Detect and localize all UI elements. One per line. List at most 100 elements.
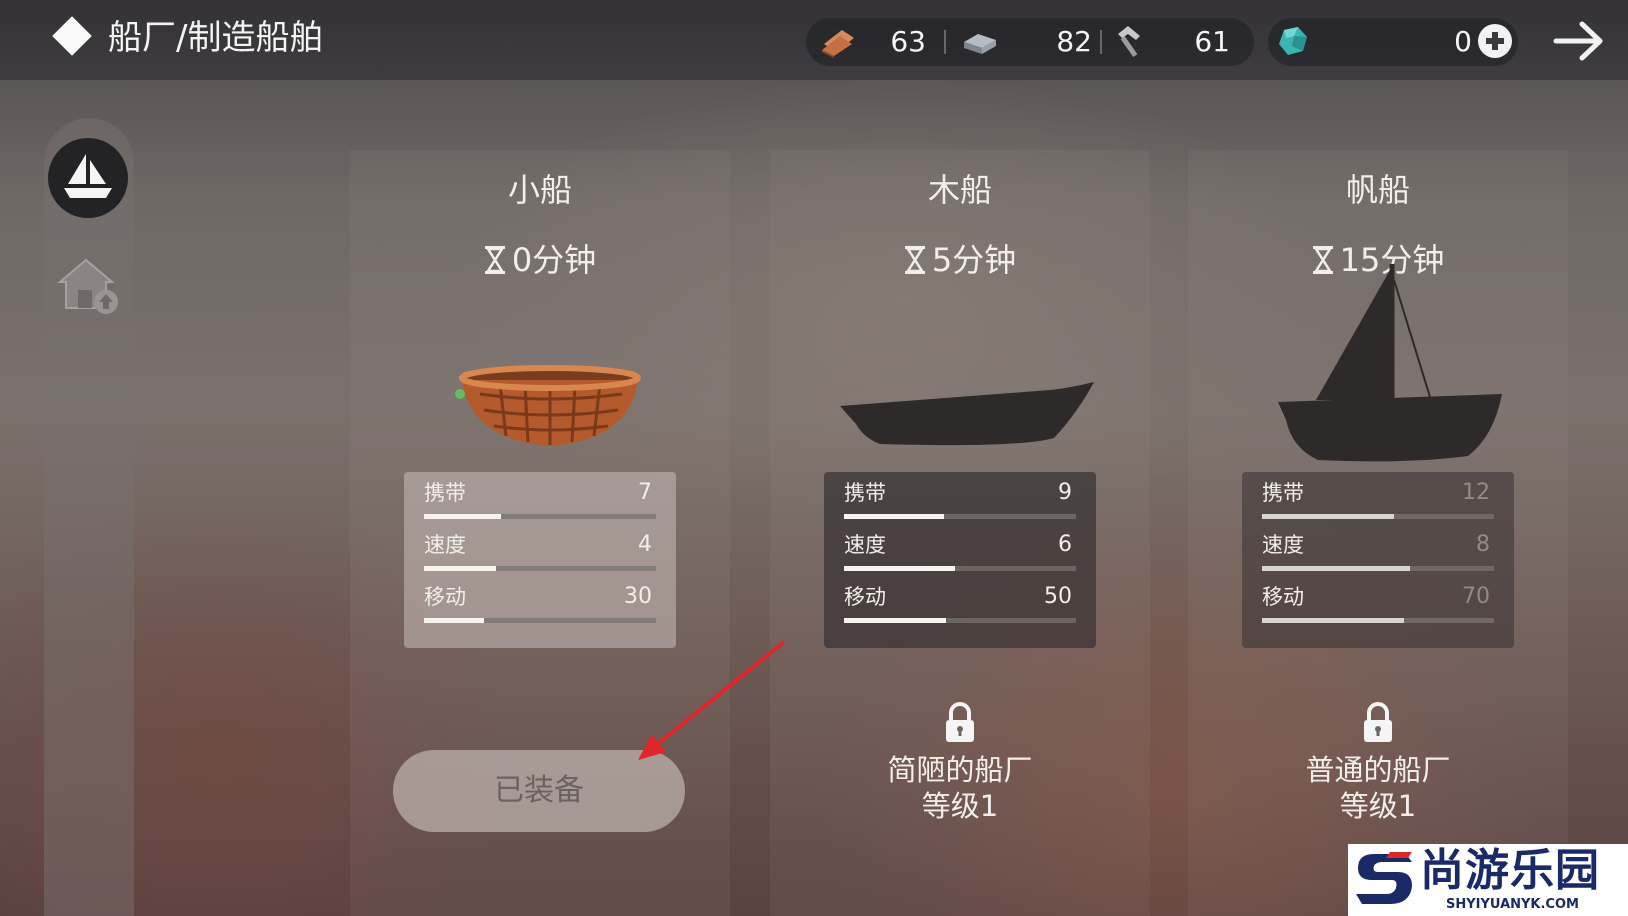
hammer-icon — [1118, 26, 1140, 57]
stat-label: 携带 — [424, 481, 466, 505]
watermark-site: SHYIYUANYK.COM — [1446, 897, 1579, 912]
gem-value: 0 — [1454, 25, 1472, 58]
stat-bar — [844, 618, 1076, 623]
stat-movement: 移动 50 — [844, 578, 1076, 630]
resource-wood-value: 63 — [890, 25, 926, 58]
stat-bar-fill — [424, 618, 485, 623]
boat-name: 帆船 — [1345, 171, 1410, 209]
stat-bar-fill — [1262, 566, 1411, 571]
basket-boat-image — [455, 365, 641, 446]
stat-speed: 速度 8 — [1262, 526, 1494, 578]
watermark-name: 尚游乐园 — [1420, 845, 1600, 896]
stat-capacity: 携带 9 — [844, 474, 1076, 526]
stat-label: 携带 — [1262, 481, 1304, 505]
stat-bar-fill — [424, 514, 501, 519]
watermark-logo — [1356, 852, 1412, 904]
forward-arrow-icon[interactable] — [1552, 18, 1606, 64]
resource-wood: 63 — [820, 18, 940, 66]
stat-label: 移动 — [844, 585, 886, 609]
resource-bar: 63 82 61 — [806, 18, 1254, 66]
sidebar-item-home-upgrade[interactable] — [56, 252, 122, 318]
stat-bar-fill — [424, 566, 496, 571]
resource-hammer-value: 61 — [1194, 25, 1230, 58]
stat-bar — [424, 566, 656, 571]
hourglass-icon — [904, 246, 925, 274]
resource-iron: 82 — [956, 18, 1096, 66]
stat-bar-fill — [844, 514, 944, 519]
requirement-level: 等级1 — [921, 789, 999, 823]
stat-value: 4 — [638, 532, 652, 557]
build-time-value: 5分钟 — [931, 241, 1017, 279]
annotation-arrow — [638, 640, 786, 760]
stat-label: 移动 — [1262, 585, 1304, 609]
stat-bar-fill — [1262, 618, 1404, 623]
sailboat-icon — [64, 154, 112, 198]
gem-bar: 0 — [1268, 18, 1518, 66]
stat-speed: 速度 4 — [424, 526, 656, 578]
sailboat-silhouette — [1278, 264, 1502, 462]
stat-capacity: 携带 12 — [1262, 474, 1494, 526]
wooden-boat-silhouette — [840, 382, 1094, 446]
hourglass-icon — [484, 246, 505, 274]
stat-capacity: 携带 7 — [424, 474, 656, 526]
watermark: 尚游乐园 SHYIYUANYK.COM — [1348, 844, 1628, 916]
boat-name: 小船 — [507, 171, 572, 209]
stat-bar — [424, 514, 656, 519]
stat-bar-fill — [1262, 514, 1395, 519]
build-time-value: 0分钟 — [511, 241, 597, 279]
stat-label: 速度 — [844, 533, 886, 557]
stat-value: 70 — [1462, 584, 1490, 609]
stat-bar — [1262, 514, 1494, 519]
stat-bar — [1262, 618, 1494, 623]
lock-icon — [946, 702, 974, 742]
top-bar: 船厂/制造船舶 63 82 61 0 — [0, 0, 1628, 80]
stat-value: 30 — [624, 584, 652, 609]
resource-divider — [1100, 30, 1102, 54]
stat-label: 携带 — [844, 481, 886, 505]
stat-value: 7 — [638, 480, 652, 505]
gem-icon — [1279, 27, 1307, 55]
stat-movement: 移动 70 — [1262, 578, 1494, 630]
requirement-building: 普通的船厂 — [1305, 753, 1451, 787]
stat-bar — [424, 618, 656, 623]
stat-label: 速度 — [1262, 533, 1304, 557]
lock-icon — [1364, 702, 1392, 742]
stat-label: 移动 — [424, 585, 466, 609]
stat-bar — [844, 514, 1076, 519]
diamond-icon — [52, 16, 92, 56]
requirement-building: 简陋的船厂 — [887, 753, 1033, 787]
stat-label: 速度 — [424, 533, 466, 557]
stat-value: 12 — [1462, 480, 1490, 505]
stat-bar-fill — [844, 566, 956, 571]
unlock-requirement: 简陋的船厂 等级1 — [770, 752, 1150, 824]
add-gems-button[interactable] — [1478, 24, 1512, 58]
build-time: 5分钟 — [770, 240, 1150, 280]
stat-value: 50 — [1044, 584, 1072, 609]
page-title: 船厂/制造船舶 — [108, 18, 324, 58]
stat-bar — [1262, 566, 1494, 571]
sidebar-item-shipyard[interactable] — [48, 138, 128, 218]
boat-card-small: 小船 0分钟 携带 7 速度 4 移动 30 已装备 — [350, 150, 730, 916]
resource-hammer: 61 — [1106, 18, 1246, 66]
iron-ingot-icon — [964, 34, 996, 54]
boat-card-wooden: 木船 5分钟 携带 9 速度 6 移动 50 简陋的船厂 等级1 — [770, 150, 1150, 916]
boat-card-sailboat: 帆船 15分钟 携带 12 速度 8 移动 70 普通的船厂 等级1 — [1188, 150, 1568, 916]
stat-speed: 速度 6 — [844, 526, 1076, 578]
build-time: 0分钟 — [350, 240, 730, 280]
boat-stats-panel: 携带 9 速度 6 移动 50 — [824, 472, 1096, 648]
home-upgrade-icon — [57, 258, 118, 314]
resource-divider — [944, 30, 946, 54]
stat-value: 9 — [1058, 480, 1072, 505]
unlock-requirement: 普通的船厂 等级1 — [1188, 752, 1568, 824]
boat-stats-panel: 携带 7 速度 4 移动 30 — [404, 472, 676, 648]
requirement-level: 等级1 — [1339, 789, 1417, 823]
boat-name: 木船 — [927, 171, 992, 209]
sidebar — [44, 118, 134, 916]
stat-bar-fill — [844, 618, 947, 623]
resource-iron-value: 82 — [1056, 25, 1092, 58]
stat-value: 8 — [1476, 532, 1490, 557]
wood-plank-icon — [822, 30, 854, 58]
stat-movement: 移动 30 — [424, 578, 656, 630]
plus-icon — [1486, 32, 1504, 50]
stat-value: 6 — [1058, 532, 1072, 557]
